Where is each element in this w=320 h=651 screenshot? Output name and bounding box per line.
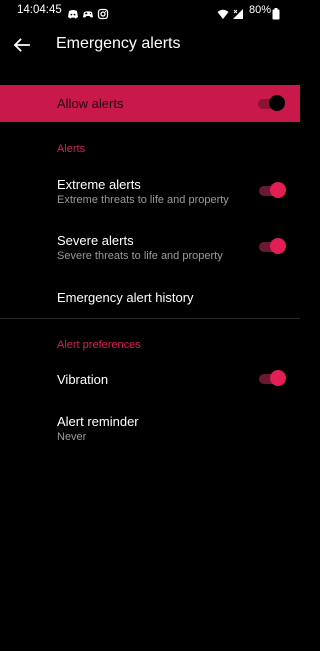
vibration-row[interactable]: Vibration — [0, 362, 300, 396]
status-bar: 14:04:45 80% — [0, 0, 300, 24]
discord-icon — [67, 5, 79, 19]
alert-reminder-row[interactable]: Alert reminder Never — [0, 407, 300, 449]
extreme-alerts-title: Extreme alerts — [57, 177, 141, 192]
severe-alerts-title: Severe alerts — [57, 233, 134, 248]
vibration-title: Vibration — [57, 372, 109, 387]
battery-icon — [272, 5, 280, 20]
severe-alerts-row[interactable]: Severe alerts Severe threats to life and… — [0, 227, 300, 271]
status-time: 14:04:45 — [17, 4, 62, 16]
section-header-alerts: Alerts — [57, 143, 86, 155]
alert-reminder-subtitle: Never — [57, 431, 87, 443]
allow-alerts-row[interactable]: Allow alerts — [0, 85, 300, 122]
divider — [0, 318, 300, 319]
section-header-alert-preferences: Alert preferences — [57, 339, 141, 351]
emergency-alert-history-row[interactable]: Emergency alert history — [0, 280, 300, 316]
allow-alerts-label: Allow alerts — [57, 96, 124, 111]
switch-thumb — [270, 238, 286, 254]
emergency-alert-history-title: Emergency alert history — [57, 290, 194, 305]
severe-alerts-subtitle: Severe threats to life and property — [57, 250, 223, 262]
battery-percent: 80% — [249, 4, 272, 16]
switch-thumb — [270, 370, 286, 386]
app-bar: Emergency alerts — [0, 24, 300, 68]
severe-alerts-switch[interactable] — [259, 237, 287, 257]
signal-icon — [232, 5, 244, 19]
switch-thumb — [269, 95, 285, 111]
game-controller-icon — [82, 5, 94, 18]
wifi-icon — [217, 5, 229, 19]
switch-thumb — [270, 182, 286, 198]
extreme-alerts-row[interactable]: Extreme alerts Extreme threats to life a… — [0, 170, 300, 214]
allow-alerts-switch[interactable] — [258, 94, 286, 114]
extreme-alerts-subtitle: Extreme threats to life and property — [57, 194, 229, 206]
back-button[interactable] — [8, 30, 36, 58]
instagram-icon — [97, 5, 109, 20]
arrow-back-icon — [13, 37, 31, 52]
extreme-alerts-switch[interactable] — [259, 181, 287, 201]
vibration-switch[interactable] — [259, 369, 287, 389]
page-title: Emergency alerts — [56, 35, 181, 52]
alert-reminder-title: Alert reminder — [57, 414, 139, 429]
